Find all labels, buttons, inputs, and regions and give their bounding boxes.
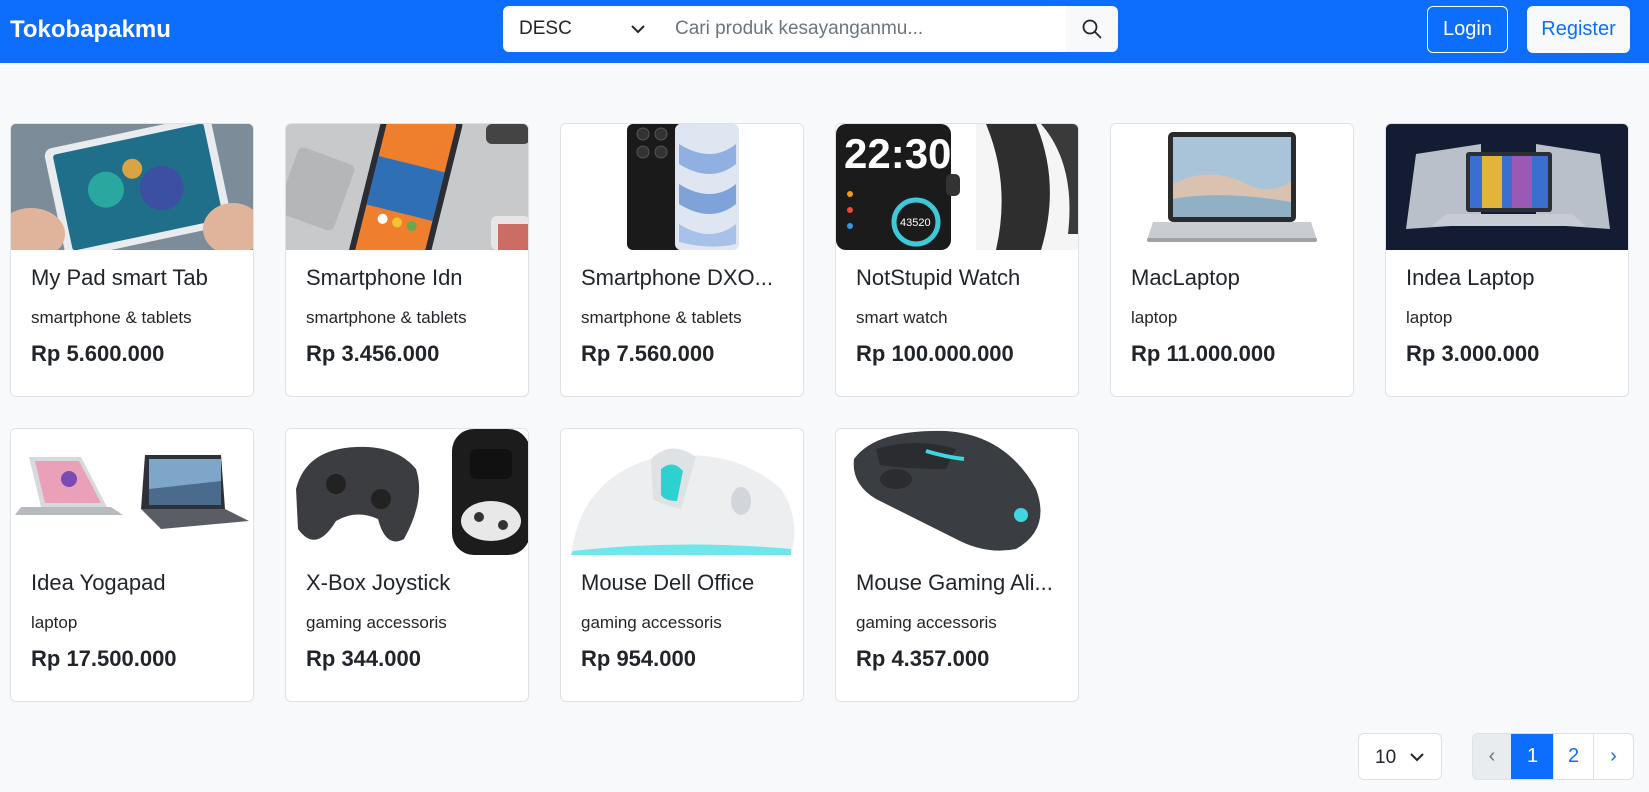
product-name: NotStupid Watch xyxy=(856,265,1021,290)
pagination-page-2[interactable]: 2 xyxy=(1553,734,1593,779)
product-card[interactable]: MacLaptop laptop Rp 11.000.000 xyxy=(1110,123,1354,397)
product-price: Rp 17.500.000 xyxy=(31,646,177,671)
search-input[interactable] xyxy=(660,6,1066,52)
product-category: laptop xyxy=(31,613,78,632)
product-name: Mouse Dell Office xyxy=(581,570,755,595)
product-price: Rp 100.000.000 xyxy=(856,341,1014,366)
register-button[interactable]: Register xyxy=(1527,6,1630,53)
product-name: Smartphone DXO... xyxy=(581,265,773,290)
product-image-watch: 22:30 43520 xyxy=(836,124,1078,250)
pagination-page-1[interactable]: 1 xyxy=(1511,734,1553,779)
product-price: Rp 3.456.000 xyxy=(306,341,440,366)
product-category: smartphone & tablets xyxy=(306,308,467,327)
product-name: X-Box Joystick xyxy=(306,570,451,595)
search-icon xyxy=(1082,19,1102,39)
product-card[interactable]: X-Box Joystick gaming accessoris Rp 344.… xyxy=(285,428,529,702)
pagination-next[interactable]: › xyxy=(1593,734,1633,779)
product-category: gaming accessoris xyxy=(306,613,447,632)
product-image-smartphone-dxo xyxy=(561,124,803,250)
login-button[interactable]: Login xyxy=(1427,6,1508,53)
product-image-joystick xyxy=(286,429,528,555)
sort-select[interactable]: DESC xyxy=(503,6,660,52)
product-name: MacLaptop xyxy=(1131,265,1240,290)
navbar: Tokobapakmu DESC Login Register xyxy=(0,0,1649,63)
product-card[interactable]: My Pad smart Tab smartphone & tablets Rp… xyxy=(10,123,254,397)
product-card[interactable]: Indea Laptop laptop Rp 3.000.000 xyxy=(1385,123,1629,397)
product-image-tablet xyxy=(11,124,253,250)
product-price: Rp 11.000.000 xyxy=(1131,341,1276,366)
sort-select-value: DESC xyxy=(519,18,572,39)
product-card[interactable]: Mouse Dell Office gaming accessoris Rp 9… xyxy=(560,428,804,702)
product-card[interactable]: Mouse Gaming Ali... gaming accessoris Rp… xyxy=(835,428,1079,702)
per-page-select[interactable]: 10 xyxy=(1358,733,1442,780)
product-card[interactable]: Idea Yogapad laptop Rp 17.500.000 xyxy=(10,428,254,702)
pagination-prev[interactable]: ‹ xyxy=(1473,734,1511,779)
product-category: smart watch xyxy=(856,308,948,327)
per-page-value: 10 xyxy=(1375,747,1397,768)
product-image-mac-laptop xyxy=(1111,124,1353,250)
pagination: ‹ 1 2 › xyxy=(1472,733,1634,780)
search-button[interactable] xyxy=(1066,6,1118,52)
product-name: Mouse Gaming Ali... xyxy=(856,570,1053,595)
brand-logo[interactable]: Tokobapakmu xyxy=(10,16,171,44)
product-name: Smartphone Idn xyxy=(306,265,463,290)
product-category: gaming accessoris xyxy=(581,613,722,632)
chevron-down-icon xyxy=(1410,753,1424,762)
product-price: Rp 3.000.000 xyxy=(1406,341,1540,366)
search-group: DESC xyxy=(503,6,1118,52)
product-image-mouse-dell xyxy=(561,429,803,555)
product-price: Rp 954.000 xyxy=(581,646,696,671)
product-price: Rp 344.000 xyxy=(306,646,421,671)
product-name: Indea Laptop xyxy=(1406,265,1535,290)
product-category: smartphone & tablets xyxy=(581,308,742,327)
product-category: smartphone & tablets xyxy=(31,308,192,327)
product-image-smartphone xyxy=(286,124,528,250)
product-price: Rp 5.600.000 xyxy=(31,341,165,366)
product-card[interactable]: Smartphone Idn smartphone & tablets Rp 3… xyxy=(285,123,529,397)
product-price: Rp 7.560.000 xyxy=(581,341,715,366)
product-name: My Pad smart Tab xyxy=(31,265,208,290)
watch-steps: 43520 xyxy=(900,217,931,229)
product-card[interactable]: 22:30 43520 NotStupid Watch smart watch … xyxy=(835,123,1079,397)
product-name: Idea Yogapad xyxy=(31,570,166,595)
product-image-yogapad xyxy=(11,429,253,555)
product-category: gaming accessoris xyxy=(856,613,997,632)
chevron-down-icon xyxy=(631,25,645,34)
product-category: laptop xyxy=(1131,308,1178,327)
product-image-mouse-gaming xyxy=(836,429,1078,555)
product-category: laptop xyxy=(1406,308,1453,327)
product-price: Rp 4.357.000 xyxy=(856,646,990,671)
product-image-indea-laptop xyxy=(1386,124,1628,250)
product-card[interactable]: Smartphone DXO... smartphone & tablets R… xyxy=(560,123,804,397)
watch-time: 22:30 xyxy=(844,130,951,177)
